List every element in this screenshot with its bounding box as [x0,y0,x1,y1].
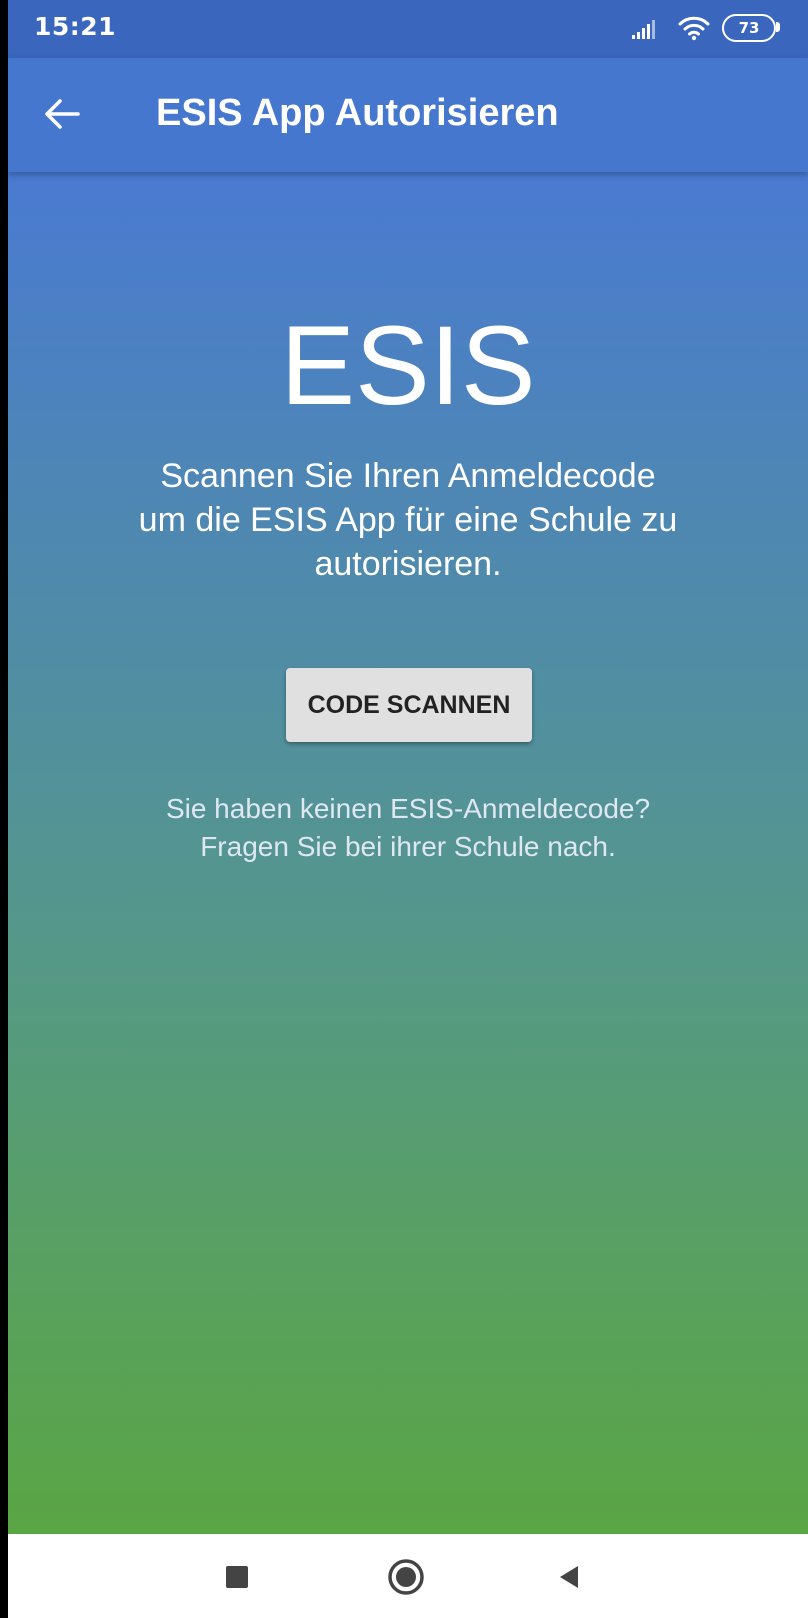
app-bar: ESIS App Autorisieren [8,58,808,172]
status-time: 15:21 [34,12,117,41]
intro-line: Scannen Sie Ihren Anmeldecode [160,457,656,495]
wifi-icon [678,16,710,41]
page-title: ESIS App Autorisieren [156,92,559,134]
status-icons: 73 [632,10,780,46]
arrow-left-icon[interactable] [40,92,84,136]
home-circle-icon[interactable] [387,1558,425,1596]
battery-icon: 73 [722,14,780,42]
recents-square-icon[interactable] [226,1566,248,1588]
intro-line: autorisieren. [314,545,502,583]
esis-logo-text: ESIS [280,303,536,428]
help-line: Fragen Sie bei ihrer Schule nach. [200,831,616,862]
battery-level: 73 [722,14,776,42]
back-triangle-icon[interactable] [556,1564,582,1590]
help-text: Sie haben keinen ESIS-Anmeldecode? Frage… [48,790,768,866]
main-content: ESIS Scannen Sie Ihren Anmeldecode um di… [8,172,808,1534]
phone-screen: 15:21 73 ESIS App Autorisieren ESIS Scan… [8,0,808,1618]
intro-text: Scannen Sie Ihren Anmeldecode um die ESI… [48,454,768,586]
navigation-bar [8,1534,808,1618]
battery-tip [776,22,780,32]
help-line: Sie haben keinen ESIS-Anmeldecode? [165,793,651,824]
intro-line: um die ESIS App für eine Schule zu [138,501,678,539]
scan-code-button[interactable]: CODE SCANNEN [286,668,532,742]
status-bar: 15:21 73 [8,0,808,58]
signal-icon [632,20,655,39]
